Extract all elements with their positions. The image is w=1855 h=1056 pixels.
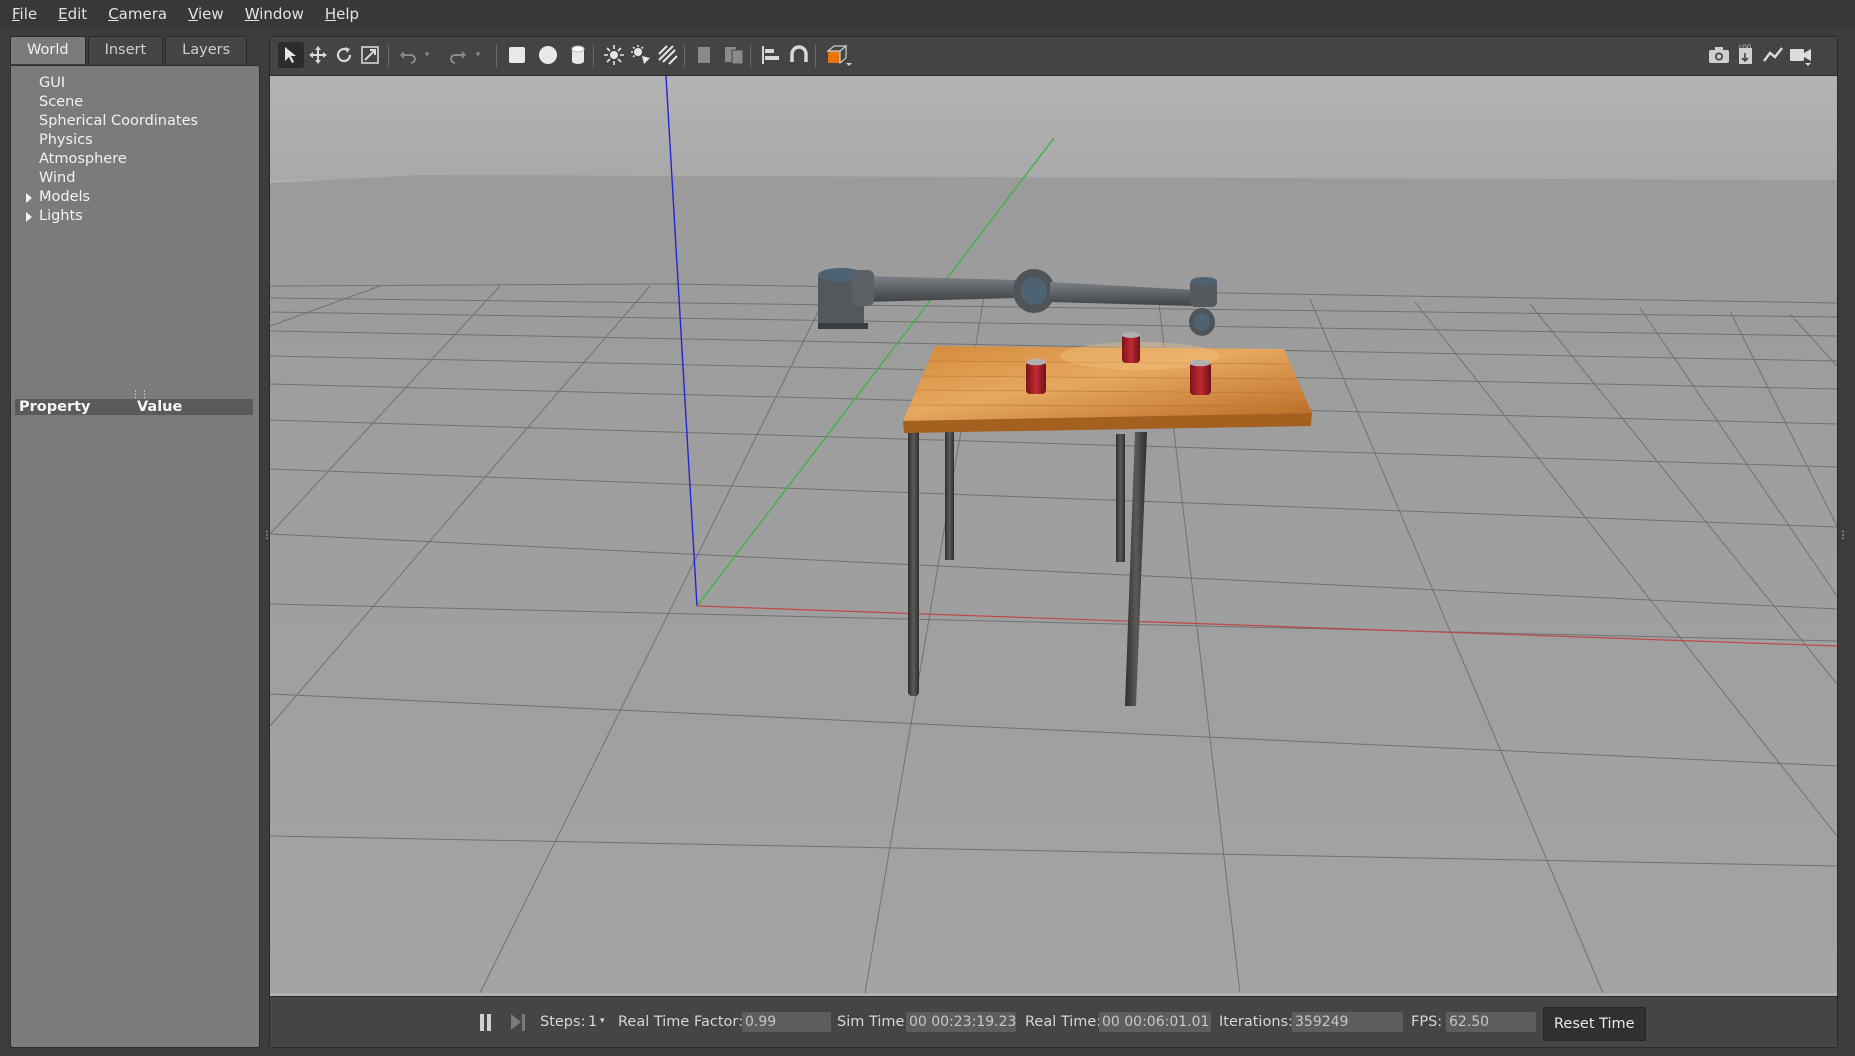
step-forward-icon[interactable]	[510, 1014, 526, 1031]
sim-time-field: 00 00:23:19.233	[906, 1012, 1016, 1032]
toolbar-separator	[496, 45, 497, 67]
paste-icon[interactable]	[721, 42, 747, 68]
simulation-status-bar: Steps: 1 ▾ Real Time Factor: 0.99 Sim Ti…	[270, 996, 1837, 1047]
expand-arrow-icon[interactable]	[26, 212, 32, 222]
left-panel: World Insert Layers GUI Scene Spherical …	[10, 36, 260, 1048]
soda-can	[1189, 359, 1211, 395]
rotate-icon[interactable]	[331, 42, 357, 68]
right-panel-collapse-handle[interactable]: ⋮	[1838, 531, 1848, 541]
pause-icon[interactable]	[478, 1014, 494, 1031]
real-time-label: Real Time:	[1025, 1014, 1102, 1030]
property-column-header[interactable]: Property	[15, 399, 137, 415]
directional-light-icon[interactable]	[655, 42, 681, 68]
tree-item-physics[interactable]: Physics	[11, 131, 259, 150]
menu-edit[interactable]: Edit	[46, 0, 96, 28]
steps-dropdown-icon[interactable]: ▾	[600, 1016, 605, 1026]
scene-canvas[interactable]	[270, 75, 1837, 994]
table-leg	[945, 428, 954, 560]
real-time-factor-field: 0.99	[742, 1012, 831, 1032]
menu-file[interactable]: File	[0, 0, 46, 28]
tab-insert[interactable]: Insert	[87, 36, 164, 64]
scale-icon[interactable]	[357, 42, 383, 68]
tree-item-lights[interactable]: Lights	[11, 207, 259, 226]
world-tree: GUI Scene Spherical Coordinates Physics …	[11, 74, 259, 226]
translate-icon[interactable]	[305, 42, 331, 68]
toolbar-separator	[815, 45, 816, 67]
toolbar-separator	[750, 45, 751, 67]
toolbar-separator	[684, 45, 685, 67]
tree-item-models[interactable]: Models	[11, 188, 259, 207]
steps-label: Steps:	[540, 1014, 586, 1030]
iterations-label: Iterations:	[1219, 1014, 1293, 1030]
record-video-icon[interactable]	[1788, 42, 1814, 68]
left-panel-tabs: World Insert Layers	[10, 36, 249, 65]
tree-item-gui[interactable]: GUI	[11, 74, 259, 93]
menu-help[interactable]: Help	[313, 0, 368, 28]
soda-can	[1122, 332, 1140, 363]
value-column-header[interactable]: Value	[137, 399, 182, 415]
menu-camera[interactable]: Camera	[96, 0, 176, 28]
sphere-shape-icon[interactable]	[535, 42, 561, 68]
tree-item-scene[interactable]: Scene	[11, 93, 259, 112]
log-icon[interactable]: LOG	[1733, 42, 1759, 68]
real-time-field: 00 00:06:01.011	[1099, 1012, 1211, 1032]
tree-item-atmosphere[interactable]: Atmosphere	[11, 150, 259, 169]
tab-world[interactable]: World	[10, 36, 86, 64]
steps-value[interactable]: 1	[588, 1014, 597, 1030]
iterations-field: 359249	[1292, 1012, 1403, 1032]
soda-can	[1026, 358, 1046, 394]
fps-field: 62.50	[1446, 1012, 1536, 1032]
snap-magnet-icon[interactable]	[786, 42, 812, 68]
copy-icon[interactable]	[691, 42, 717, 68]
table-leg	[908, 428, 919, 696]
align-icon[interactable]	[758, 42, 784, 68]
view-angle-icon[interactable]	[823, 42, 857, 68]
menu-window[interactable]: Window	[233, 0, 313, 28]
cylinder-shape-icon[interactable]	[565, 42, 591, 68]
toolbar-separator	[593, 45, 594, 67]
real-time-factor-label: Real Time Factor:	[618, 1014, 743, 1030]
splitter-handle[interactable]: ⋮⋮	[131, 391, 149, 400]
toolbar: ▾ ▾ LOG	[270, 37, 1837, 76]
menu-bar: File Edit Camera View Window Help	[0, 0, 1855, 28]
box-shape-icon[interactable]	[504, 42, 530, 68]
tab-layers[interactable]: Layers	[165, 36, 248, 64]
toolbar-separator	[388, 45, 389, 67]
reset-time-button[interactable]: Reset Time	[1543, 1007, 1646, 1041]
undo-icon[interactable]	[395, 42, 421, 68]
point-light-icon[interactable]	[601, 42, 627, 68]
svg-text:LOG: LOG	[1739, 44, 1752, 51]
plot-icon[interactable]	[1760, 42, 1786, 68]
sim-time-label: Sim Time:	[837, 1014, 910, 1030]
fps-label: FPS:	[1411, 1014, 1443, 1030]
redo-dropdown-icon[interactable]: ▾	[471, 42, 485, 68]
3d-viewport[interactable]	[270, 75, 1837, 994]
render-area: ▾ ▾ LOG Steps: 1 ▾ Real Time Factor: 0.9…	[269, 36, 1838, 1048]
property-table-header: Property Value	[15, 399, 253, 415]
menu-view[interactable]: View	[176, 0, 233, 28]
redo-icon[interactable]	[445, 42, 471, 68]
tree-item-wind[interactable]: Wind	[11, 169, 259, 188]
select-arrow-icon[interactable]	[278, 42, 304, 68]
tree-item-spherical-coordinates[interactable]: Spherical Coordinates	[11, 112, 259, 131]
undo-dropdown-icon[interactable]: ▾	[420, 42, 434, 68]
screenshot-icon[interactable]	[1706, 42, 1732, 68]
spot-light-icon[interactable]	[628, 42, 654, 68]
world-panel: GUI Scene Spherical Coordinates Physics …	[10, 65, 260, 1048]
table-leg	[1116, 434, 1125, 562]
expand-arrow-icon[interactable]	[26, 193, 32, 203]
sky	[270, 76, 1837, 180]
